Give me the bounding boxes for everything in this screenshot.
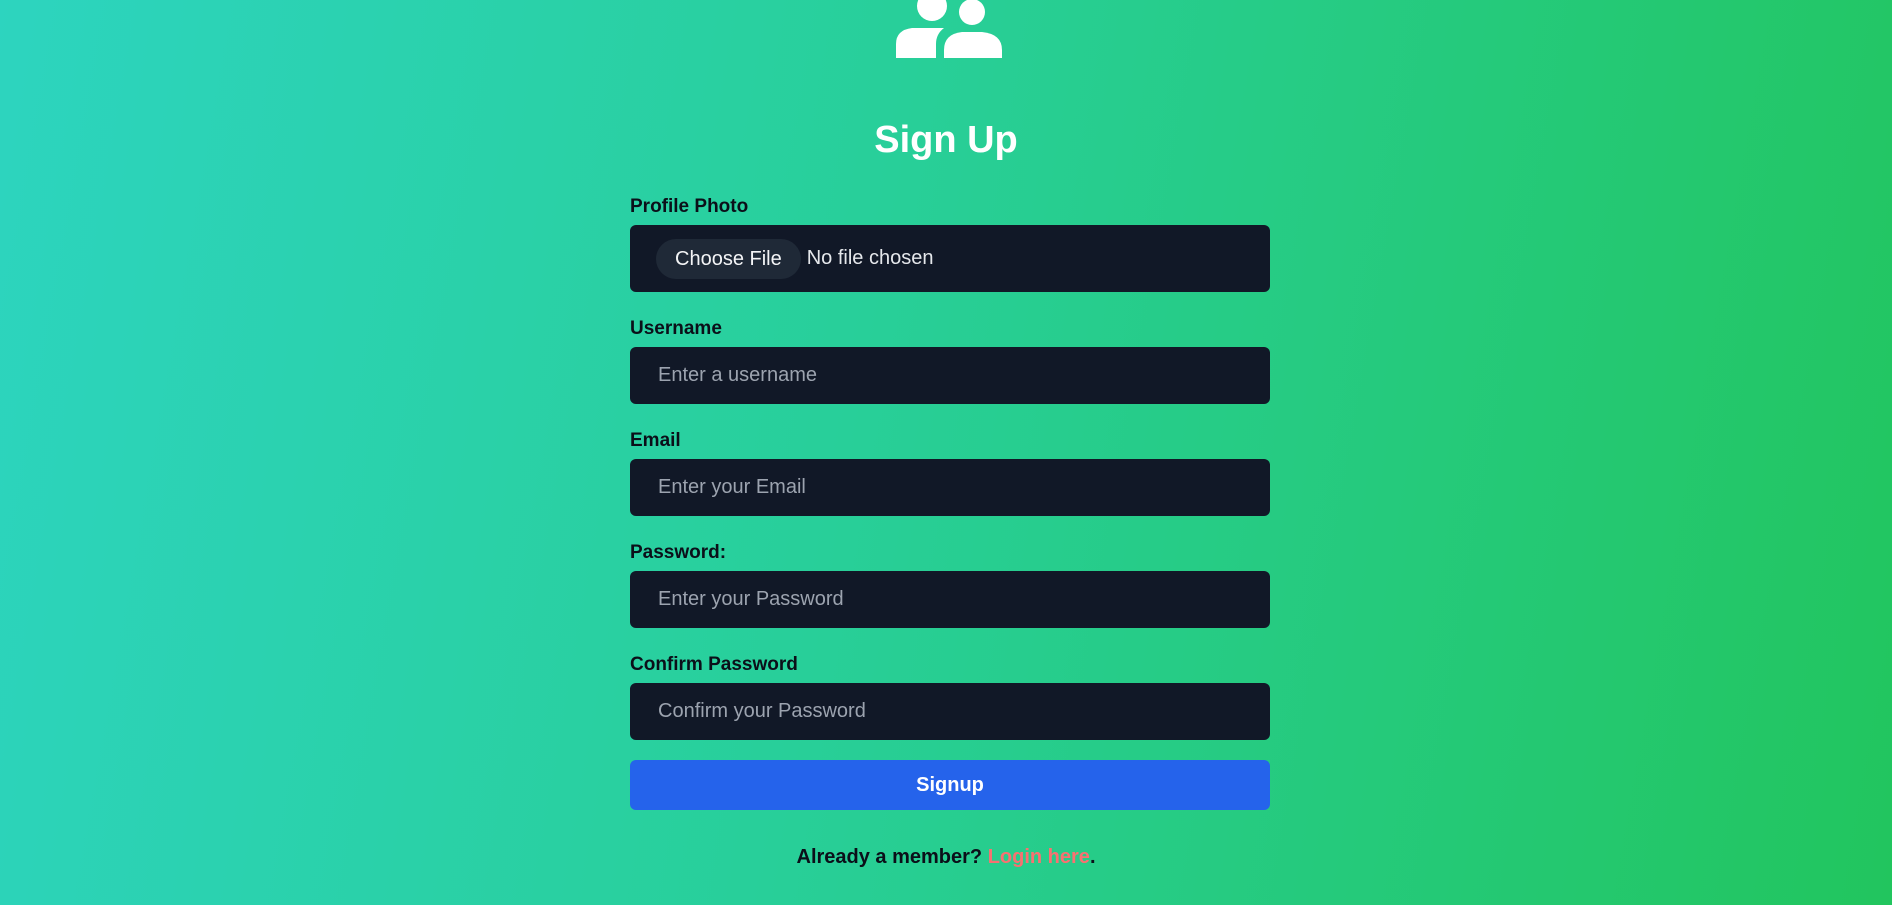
signup-button[interactable]: Signup <box>630 760 1270 810</box>
password-label: Password: <box>630 542 727 563</box>
page-title: Sign Up <box>874 119 1018 161</box>
login-prompt-text: Already a member? <box>796 846 983 868</box>
login-prompt-suffix: . <box>1089 846 1096 868</box>
profile-photo-input[interactable]: Choose File No file chosen <box>630 225 1270 292</box>
username-input[interactable] <box>656 363 1244 388</box>
login-link[interactable]: Login here <box>988 846 1090 868</box>
confirm-password-field-wrapper <box>630 683 1270 740</box>
confirm-password-label: Confirm Password <box>630 654 798 675</box>
email-label: Email <box>630 430 681 451</box>
choose-file-button[interactable]: Choose File <box>656 238 801 279</box>
confirm-password-input[interactable] <box>656 699 1244 724</box>
users-icon <box>896 0 1002 58</box>
password-field-wrapper <box>630 571 1270 628</box>
username-label: Username <box>630 318 722 339</box>
email-input[interactable] <box>656 475 1244 500</box>
profile-photo-label: Profile Photo <box>630 196 749 217</box>
password-input[interactable] <box>656 587 1244 612</box>
username-field-wrapper <box>630 347 1270 404</box>
email-field-wrapper <box>630 459 1270 516</box>
login-prompt: Already a member? Login here. <box>0 844 1892 870</box>
file-status-text: No file chosen <box>806 247 934 269</box>
